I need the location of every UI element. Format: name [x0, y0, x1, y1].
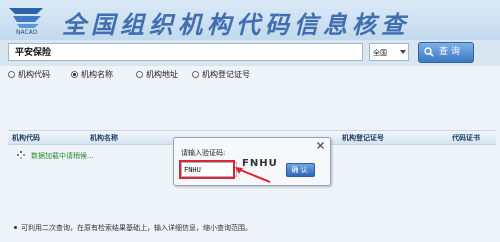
search-bar: 平安保险 全国 查询: [0, 40, 500, 66]
column-header-org-code: 机构代码: [12, 134, 40, 142]
radio-org-address[interactable]: 机构地址: [136, 69, 178, 80]
loading-text: 数据加载中请稍候...: [31, 152, 94, 160]
bullet-icon: [14, 226, 17, 229]
radio-indicator: [71, 71, 78, 78]
footnote-text: 可利用二次查询，在原有检索结果基础上，输入详细信息，缩小查询范围。: [21, 224, 252, 232]
radio-label: 机构登记证号: [202, 70, 250, 79]
nacao-logo: NACAO: [3, 2, 49, 39]
header-banner: NACAO 全国组织机构代码信息核查: [0, 0, 500, 40]
search-input[interactable]: 平安保险: [8, 43, 363, 61]
radio-indicator: [136, 71, 143, 78]
logo-text: NACAO: [16, 29, 38, 36]
spinner-icon: [17, 151, 25, 159]
radio-indicator: [192, 71, 199, 78]
column-header-registration-number: 机构登记证号: [342, 134, 384, 142]
scope-select[interactable]: 全国: [369, 43, 409, 61]
radio-label: 机构地址: [146, 70, 178, 79]
chevron-down-icon: [400, 50, 406, 54]
highlight-box: [179, 160, 235, 179]
column-header-org-name: 机构名称: [90, 134, 118, 142]
radio-org-name[interactable]: 机构名称: [71, 69, 113, 80]
footnote: 可利用二次查询，在原有检索结果基础上，输入详细信息，缩小查询范围。: [14, 223, 252, 233]
confirm-button[interactable]: 确认: [286, 163, 315, 177]
loading-indicator: 数据加载中请稍候...: [17, 151, 94, 161]
annotation-arrow: [235, 167, 271, 183]
close-icon[interactable]: [316, 141, 325, 150]
search-icon: [424, 47, 434, 57]
scope-select-value: 全国: [373, 49, 387, 57]
radio-registration-number[interactable]: 机构登记证号: [192, 69, 250, 80]
radio-indicator: [8, 71, 15, 78]
column-header-certificate: 代码证书: [452, 134, 480, 142]
captcha-prompt: 请输入验证码:: [181, 149, 226, 157]
site-title: 全国组织机构代码信息核查: [62, 10, 410, 39]
radio-label: 机构名称: [81, 70, 113, 79]
radio-org-code[interactable]: 机构代码: [8, 69, 50, 80]
search-button[interactable]: 查询: [418, 42, 474, 63]
search-button-label: 查询: [439, 47, 464, 57]
radio-label: 机构代码: [18, 70, 50, 79]
